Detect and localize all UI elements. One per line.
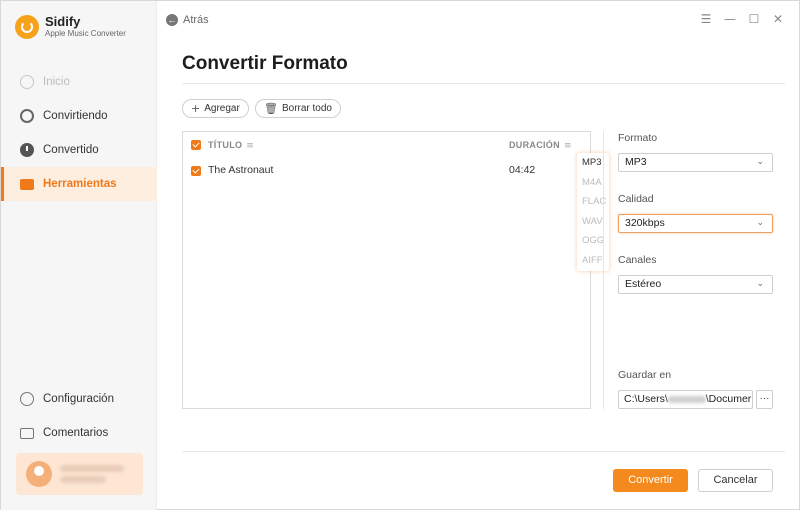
trash-icon: 🗑 <box>264 102 278 115</box>
sidebar-item-label: Comentarios <box>43 427 109 439</box>
row-checkbox[interactable] <box>191 166 201 176</box>
format-option-aiff[interactable]: AIFF <box>577 251 609 271</box>
sidebar-item-label: Convirtiendo <box>43 110 108 122</box>
user-info-redacted <box>60 461 124 487</box>
column-title[interactable]: TÍTULO ≡ <box>208 140 254 151</box>
arrow-left-icon: ← <box>166 14 178 26</box>
sidebar-item-label: Inicio <box>43 76 70 88</box>
track-duration: 04:42 <box>509 164 536 176</box>
brand: Sidify Apple Music Converter <box>15 15 126 39</box>
home-icon <box>20 75 34 89</box>
app-name: Sidify <box>45 14 81 29</box>
sort-icon: ≡ <box>563 141 572 151</box>
sidebar-item-label: Configuración <box>43 393 114 405</box>
format-dropdown-list: MP3 M4A FLAC WAV OGG AIFF <box>577 153 609 271</box>
menu-icon[interactable]: ☰ <box>699 11 713 27</box>
sidebar-item-convirtiendo[interactable]: Convirtiendo <box>1 99 157 133</box>
column-duration[interactable]: DURACIÓN ≡ <box>509 140 572 151</box>
chevron-down-icon: ⌄ <box>756 279 764 289</box>
format-option-ogg[interactable]: OGG <box>577 231 609 251</box>
sidebar-item-label: Convertido <box>43 144 99 156</box>
page-title: Convertir Formato <box>182 53 348 74</box>
window-controls: ☰ — ☐ ✕ <box>699 11 785 27</box>
format-label: Formato <box>618 132 658 144</box>
add-label: Agregar <box>204 103 240 114</box>
sidebar: Sidify Apple Music Converter Inicio Conv… <box>1 1 157 510</box>
app-window: Sidify Apple Music Converter Inicio Conv… <box>0 0 800 510</box>
sidify-logo-icon <box>15 15 39 39</box>
table-row[interactable]: The Astronaut 04:42 <box>183 160 590 180</box>
divider <box>182 83 785 84</box>
track-title: The Astronaut <box>208 164 274 176</box>
format-option-wav[interactable]: WAV <box>577 212 609 232</box>
app-subtitle: Apple Music Converter <box>45 29 126 38</box>
username-redacted <box>667 395 706 403</box>
sidebar-item-comentarios[interactable]: Comentarios <box>1 416 157 450</box>
format-option-mp3[interactable]: MP3 <box>577 153 609 173</box>
format-option-flac[interactable]: FLAC <box>577 192 609 212</box>
quality-select[interactable]: 320kbps ⌄ <box>618 214 773 233</box>
quality-label: Calidad <box>618 193 654 205</box>
table-header: TÍTULO ≡ DURACIÓN ≡ <box>183 132 590 158</box>
maximize-icon[interactable]: ☐ <box>747 11 761 27</box>
clear-all-button[interactable]: 🗑 Borrar todo <box>255 99 341 118</box>
back-label: Atrás <box>183 14 209 26</box>
avatar <box>26 461 52 487</box>
back-button[interactable]: ← Atrás <box>166 14 209 26</box>
close-icon[interactable]: ✕ <box>771 11 785 27</box>
format-select[interactable]: MP3 ⌄ <box>618 153 773 172</box>
channels-label: Canales <box>618 254 657 266</box>
mail-icon <box>20 427 34 439</box>
sync-icon <box>20 109 34 123</box>
select-all-checkbox[interactable] <box>191 140 201 150</box>
minimize-icon[interactable]: — <box>723 11 737 27</box>
divider <box>603 131 604 409</box>
toolbox-icon <box>20 178 34 190</box>
user-account-card[interactable] <box>16 453 143 495</box>
sort-icon: ≡ <box>246 141 255 151</box>
add-button[interactable]: + Agregar <box>182 99 249 118</box>
clock-icon <box>20 143 34 157</box>
track-list: TÍTULO ≡ DURACIÓN ≡ The Astronaut 04:42 <box>182 131 591 409</box>
clear-label: Borrar todo <box>281 103 332 114</box>
sidebar-item-herramientas[interactable]: Herramientas <box>1 167 157 201</box>
sidebar-item-label: Herramientas <box>43 178 117 190</box>
sidebar-item-configuracion[interactable]: Configuración <box>1 382 157 416</box>
chevron-down-icon: ⌄ <box>756 157 764 167</box>
plus-icon: + <box>191 102 201 115</box>
save-location-label: Guardar en <box>618 369 672 381</box>
sidebar-nav: Inicio Convirtiendo Convertido Herramien… <box>1 65 157 201</box>
format-option-m4a[interactable]: M4A <box>577 173 609 193</box>
browse-button[interactable]: ··· <box>756 390 773 409</box>
gear-icon <box>20 392 34 406</box>
divider <box>182 451 785 452</box>
chevron-down-icon: ⌄ <box>756 218 764 228</box>
cancel-button[interactable]: Cancelar <box>698 469 773 492</box>
sidebar-bottom: Configuración Comentarios <box>1 382 157 450</box>
channels-select[interactable]: Estéreo ⌄ <box>618 275 773 294</box>
output-path-field[interactable]: C:\Users\ \Documer <box>618 390 753 409</box>
sidebar-item-inicio[interactable]: Inicio <box>1 65 157 99</box>
convert-button[interactable]: Convertir <box>613 469 688 492</box>
sidebar-item-convertido[interactable]: Convertido <box>1 133 157 167</box>
